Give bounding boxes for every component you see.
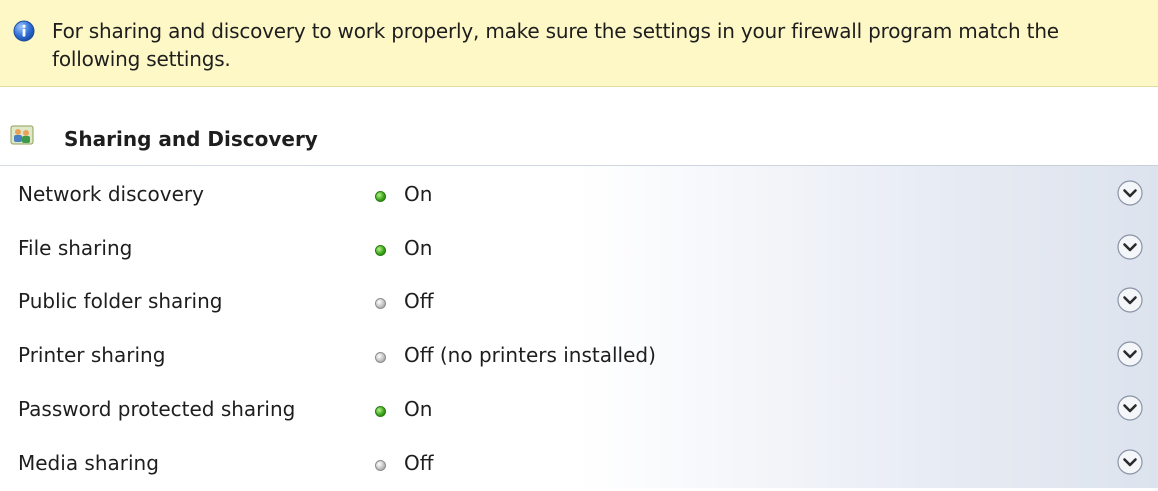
expand-chevron-icon[interactable]	[1115, 393, 1145, 423]
section-header: Sharing and Discovery	[0, 118, 1158, 166]
setting-status: On	[404, 182, 433, 206]
status-off-icon	[375, 460, 386, 471]
setting-row-media-sharing[interactable]: Media sharing Off	[0, 437, 1158, 491]
setting-label: File sharing	[18, 236, 133, 260]
expand-chevron-icon[interactable]	[1115, 285, 1145, 315]
setting-label: Public folder sharing	[18, 289, 223, 313]
setting-label: Printer sharing	[18, 343, 166, 367]
status-on-icon	[375, 406, 386, 417]
expand-chevron-icon[interactable]	[1115, 447, 1145, 477]
firewall-info-bar: For sharing and discovery to work proper…	[0, 0, 1158, 87]
expand-chevron-icon[interactable]	[1115, 339, 1145, 369]
setting-label: Media sharing	[18, 451, 159, 475]
status-off-icon	[375, 352, 386, 363]
setting-row-network-discovery[interactable]: Network discovery On	[0, 168, 1158, 222]
info-message: For sharing and discovery to work proper…	[52, 19, 1059, 71]
setting-status: Off (no printers installed)	[404, 343, 656, 367]
setting-status: Off	[404, 289, 434, 313]
setting-row-password-protected-sharing[interactable]: Password protected sharing On	[0, 383, 1158, 437]
status-on-icon	[375, 191, 386, 202]
setting-status: On	[404, 236, 433, 260]
setting-row-file-sharing[interactable]: File sharing On	[0, 222, 1158, 276]
setting-label: Password protected sharing	[18, 397, 296, 421]
setting-label: Network discovery	[18, 182, 204, 206]
section-title: Sharing and Discovery	[64, 127, 318, 151]
people-group-icon	[10, 125, 34, 145]
info-icon	[13, 20, 35, 42]
settings-list: Network discovery On File sharing On Pub…	[0, 166, 1158, 488]
setting-row-public-folder-sharing[interactable]: Public folder sharing Off	[0, 275, 1158, 329]
status-on-icon	[375, 245, 386, 256]
setting-status: Off	[404, 451, 434, 475]
status-off-icon	[375, 298, 386, 309]
setting-row-printer-sharing[interactable]: Printer sharing Off (no printers install…	[0, 329, 1158, 383]
expand-chevron-icon[interactable]	[1115, 232, 1145, 262]
setting-status: On	[404, 397, 433, 421]
expand-chevron-icon[interactable]	[1115, 178, 1145, 208]
